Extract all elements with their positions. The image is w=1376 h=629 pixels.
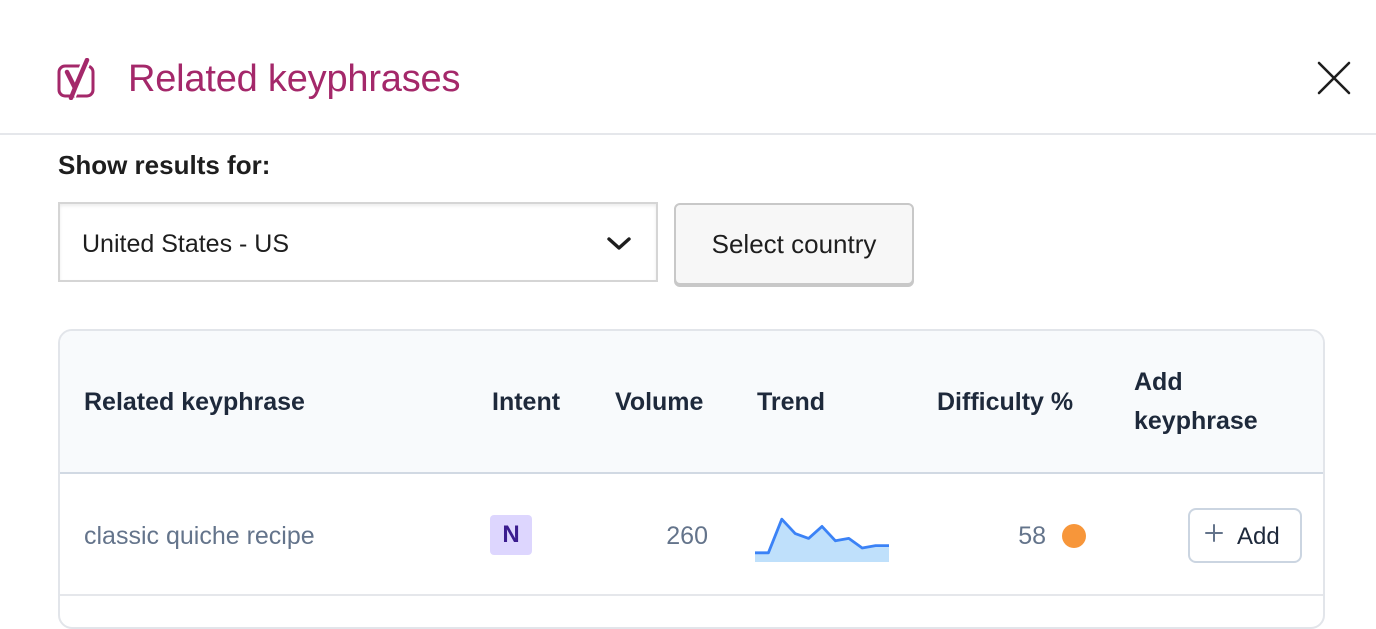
header-related-keyphrase: Related keyphrase (84, 388, 305, 416)
trend-sparkline (755, 517, 889, 562)
close-icon[interactable] (1316, 60, 1352, 96)
keyphrase-table: Related keyphrase Intent Volume Trend Di… (58, 329, 1325, 629)
header-intent: Intent (492, 388, 561, 416)
header-trend: Trend (757, 388, 826, 416)
select-country-button[interactable]: Select country (674, 203, 914, 285)
header-difficulty: Difficulty % (937, 388, 1074, 416)
row-keyphrase: classic quiche recipe (84, 522, 315, 550)
modal-title: Related keyphrases (128, 58, 461, 100)
country-dropdown[interactable]: United States - US (58, 202, 658, 282)
intent-badge: N (490, 515, 532, 555)
difficulty-indicator (1062, 524, 1086, 548)
row-difficulty: 58 (1018, 522, 1046, 550)
yoast-logo-icon (57, 58, 95, 100)
table-row: classic quiche recipe N 260 58 Add (60, 474, 1323, 596)
modal-header: Related keyphrases (0, 0, 1376, 135)
country-dropdown-value: United States - US (82, 230, 290, 258)
show-results-label: Show results for: (58, 150, 271, 180)
plus-icon (1205, 524, 1223, 542)
chevron-down-icon (607, 237, 631, 250)
table-header: Related keyphrase Intent Volume Trend Di… (60, 331, 1323, 474)
row-volume: 260 (666, 522, 708, 550)
header-add-keyphrase-line1: Add (1134, 368, 1183, 396)
header-volume: Volume (615, 388, 704, 416)
add-button-label: Add (1237, 523, 1280, 550)
add-keyphrase-button[interactable]: Add (1188, 508, 1302, 563)
header-add-keyphrase-line2: keyphrase (1134, 407, 1258, 435)
